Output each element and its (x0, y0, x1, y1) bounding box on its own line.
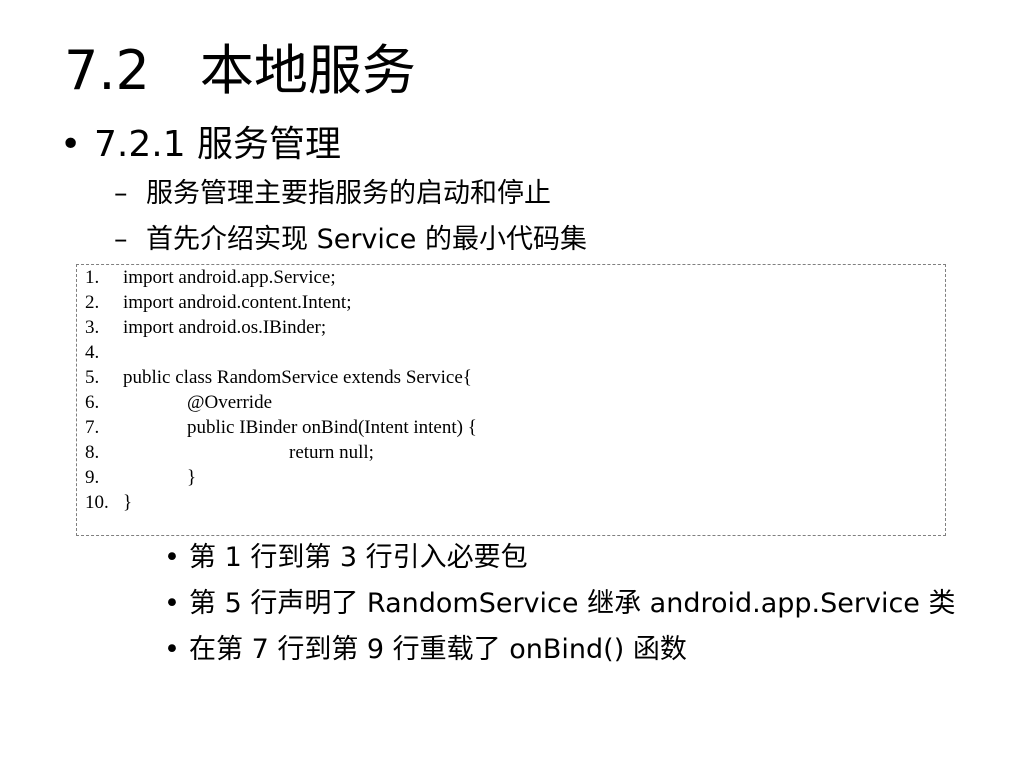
note-text: 在第 7 行到第 9 行重载了 onBind() 函数 (189, 634, 687, 665)
bullet-icon: • (164, 588, 180, 619)
note-text: 第 5 行声明了 RandomService 继承 android.app.Se… (189, 588, 956, 619)
code-text: import android.content.Intent; (123, 292, 352, 313)
code-text: } (123, 492, 133, 513)
line-number: 4. (85, 342, 100, 363)
dash-icon: – (114, 224, 128, 255)
note-class-declaration: • 第 5 行声明了 RandomService 继承 android.app.S… (164, 586, 955, 622)
line-number: 7. (85, 417, 100, 438)
line-number: 8. (85, 442, 100, 463)
section-bullet: • 7.2.1 服务管理 (60, 122, 341, 168)
line-number: 1. (85, 267, 100, 288)
section-label: 7.2.1 服务管理 (94, 124, 342, 165)
title-number: 7.2 (64, 39, 150, 102)
note-text: 第 1 行到第 3 行引入必要包 (189, 542, 528, 573)
title-text: 本地服务 (199, 39, 416, 102)
sub-item-label: 服务管理主要指服务的启动和停止 (146, 178, 551, 209)
note-onbind-override: • 在第 7 行到第 9 行重载了 onBind() 函数 (164, 632, 687, 668)
code-text: return null; (289, 442, 374, 463)
sub-item-minimal-code: – 首先介绍实现 Service 的最小代码集 (114, 222, 587, 258)
line-number: 5. (85, 367, 100, 388)
code-text: } (187, 467, 197, 488)
code-listing: 1. import android.app.Service; 2. import a… (76, 264, 946, 536)
slide-title: 7.2 本地服务 (64, 36, 416, 106)
code-text: import android.os.IBinder; (123, 317, 327, 338)
code-text: @Override (187, 392, 273, 413)
sub-item-label: 首先介绍实现 Service 的最小代码集 (146, 224, 587, 255)
line-number: 10. (85, 492, 109, 513)
line-number: 3. (85, 317, 100, 338)
bullet-icon: • (164, 542, 180, 573)
code-text: import android.app.Service; (123, 267, 336, 288)
line-number: 2. (85, 292, 100, 313)
code-text: public IBinder onBind(Intent intent) { (187, 417, 477, 438)
code-text: public class RandomService extends Servi… (123, 367, 472, 388)
line-number: 6. (85, 392, 100, 413)
line-number: 9. (85, 467, 100, 488)
bullet-icon: • (164, 634, 180, 665)
bullet-icon: • (60, 124, 82, 165)
note-import-lines: • 第 1 行到第 3 行引入必要包 (164, 540, 528, 576)
dash-icon: – (114, 178, 128, 209)
slide: 7.2 本地服务 • 7.2.1 服务管理 – 服务管理主要指服务的启动和停止 – 首先… (0, 0, 1024, 768)
sub-item-start-stop: – 服务管理主要指服务的启动和停止 (114, 176, 551, 212)
